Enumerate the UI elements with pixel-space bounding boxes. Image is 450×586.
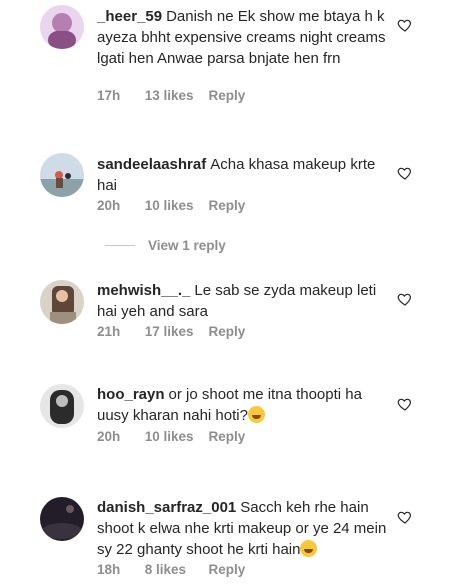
heart-icon[interactable]	[397, 396, 413, 412]
comment-time: 21h	[97, 324, 121, 339]
comment-meta: 17h 13 likes Reply	[97, 88, 245, 103]
comment-body: hoo_rayn or jo shoot me itna thoopti ha u…	[97, 384, 387, 426]
comment-username[interactable]: hoo_rayn	[97, 386, 165, 403]
avatar[interactable]	[40, 153, 84, 197]
comment-likes[interactable]: 10 likes	[145, 429, 205, 444]
avatar[interactable]	[40, 280, 84, 324]
heart-icon[interactable]	[397, 165, 413, 181]
comment-meta: 21h 17 likes Reply	[97, 324, 245, 339]
comment-meta: 20h 10 likes Reply	[97, 198, 245, 213]
comment-meta: 20h 10 likes Reply	[97, 429, 245, 444]
comment-time: 20h	[97, 429, 121, 444]
reply-button[interactable]: Reply	[209, 88, 246, 103]
avatar[interactable]	[40, 384, 84, 428]
comment-meta: 18h 8 likes Reply	[97, 562, 245, 577]
joy-emoji-icon	[247, 406, 265, 423]
comment-likes[interactable]: 17 likes	[145, 324, 205, 339]
comment-time: 17h	[97, 88, 121, 103]
divider-line	[105, 245, 135, 246]
heart-icon[interactable]	[397, 509, 413, 525]
reply-button[interactable]: Reply	[209, 324, 246, 339]
comment-username[interactable]: _heer_59	[97, 8, 162, 25]
heart-icon[interactable]	[397, 17, 413, 33]
reply-button[interactable]: Reply	[209, 429, 246, 444]
view-replies-label: View 1 reply	[148, 238, 226, 253]
comment-likes[interactable]: 10 likes	[145, 198, 205, 213]
heart-icon[interactable]	[397, 291, 413, 307]
comment-body: _heer_59 Danish ne Ek show me btaya h k a…	[97, 6, 387, 69]
avatar[interactable]	[40, 497, 84, 541]
comment-username[interactable]: sandeelaashraf	[97, 156, 206, 173]
avatar[interactable]	[40, 5, 84, 49]
view-replies-button[interactable]: View 1 reply	[105, 238, 226, 253]
comment-username[interactable]: mehwish__._	[97, 282, 190, 299]
comment-time: 18h	[97, 562, 121, 577]
comment-username[interactable]: danish_sarfraz_001	[97, 499, 236, 516]
comment-likes[interactable]: 8 likes	[145, 562, 205, 577]
comment-body: danish_sarfraz_001 Sacch keh rhe hain sho…	[97, 497, 387, 560]
joy-emoji-icon	[300, 540, 318, 557]
comment-likes[interactable]: 13 likes	[145, 88, 205, 103]
comment-body: sandeelaashraf Acha khasa makeup krte hai	[97, 154, 387, 196]
reply-button[interactable]: Reply	[209, 198, 246, 213]
comment-body: mehwish__._ Le sab se zyda makeup leti ha…	[97, 280, 387, 322]
reply-button[interactable]: Reply	[209, 562, 246, 577]
comment-time: 20h	[97, 198, 121, 213]
